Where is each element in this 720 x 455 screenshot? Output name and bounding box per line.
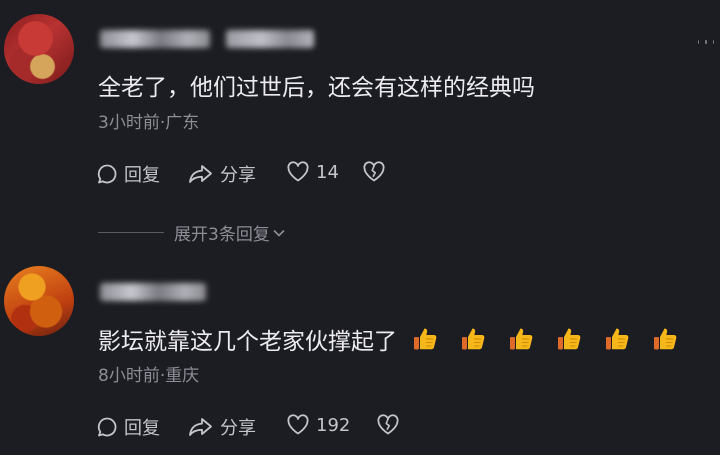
comment-text: 影坛就靠这几个老家伙撑起了 — [98, 329, 397, 355]
emoji-row — [397, 325, 679, 353]
divider-line — [98, 232, 164, 233]
like-button[interactable]: 14 — [286, 161, 339, 183]
comment-meta: 8小时前·重庆 — [98, 366, 200, 386]
chat-bubble-icon — [97, 417, 117, 437]
broken-heart-icon — [377, 414, 399, 435]
reply-button[interactable]: 回复 — [96, 161, 160, 187]
chat-bubble-icon — [97, 164, 117, 184]
thumbs-up-emoji-icon — [462, 328, 485, 350]
thumbs-up-emoji-icon — [510, 328, 533, 350]
avatar[interactable] — [4, 266, 74, 336]
share-button[interactable]: 分享 — [188, 414, 256, 440]
dislike-button[interactable] — [376, 414, 400, 436]
heart-icon — [287, 414, 309, 435]
user-tag-blurred — [226, 30, 314, 48]
username-blurred[interactable] — [100, 283, 206, 301]
avatar[interactable] — [4, 14, 74, 84]
reply-label: 回复 — [124, 418, 160, 439]
reply-label: 回复 — [124, 165, 160, 186]
like-count: 14 — [316, 161, 339, 183]
thumbs-up-emoji-icon — [558, 328, 581, 350]
chevron-down-icon — [273, 229, 285, 237]
dislike-button[interactable] — [362, 161, 386, 183]
username-blurred[interactable] — [100, 30, 210, 48]
heart-icon — [287, 161, 309, 182]
share-label: 分享 — [220, 165, 256, 186]
thumbs-up-emoji-icon — [414, 328, 437, 350]
thumbs-up-emoji-icon — [654, 328, 677, 350]
more-dots-icon[interactable] — [696, 40, 716, 44]
like-count: 192 — [316, 414, 351, 436]
share-arrow-icon — [189, 165, 212, 183]
share-label: 分享 — [220, 418, 256, 439]
broken-heart-icon — [363, 161, 385, 182]
comment-text: 全老了，他们过世后，还会有这样的经典吗 — [98, 75, 535, 101]
like-button[interactable]: 192 — [286, 414, 350, 436]
share-button[interactable]: 分享 — [188, 161, 256, 187]
expand-replies-label: 展开3条回复 — [174, 225, 270, 245]
reply-button[interactable]: 回复 — [96, 414, 160, 440]
expand-replies-button[interactable]: 展开3条回复 — [98, 220, 286, 245]
comment-text-row: 影坛就靠这几个老家伙撑起了 — [98, 322, 679, 356]
thumbs-up-emoji-icon — [606, 328, 629, 350]
share-arrow-icon — [189, 418, 212, 436]
comment-meta: 3小时前·广东 — [98, 113, 200, 133]
